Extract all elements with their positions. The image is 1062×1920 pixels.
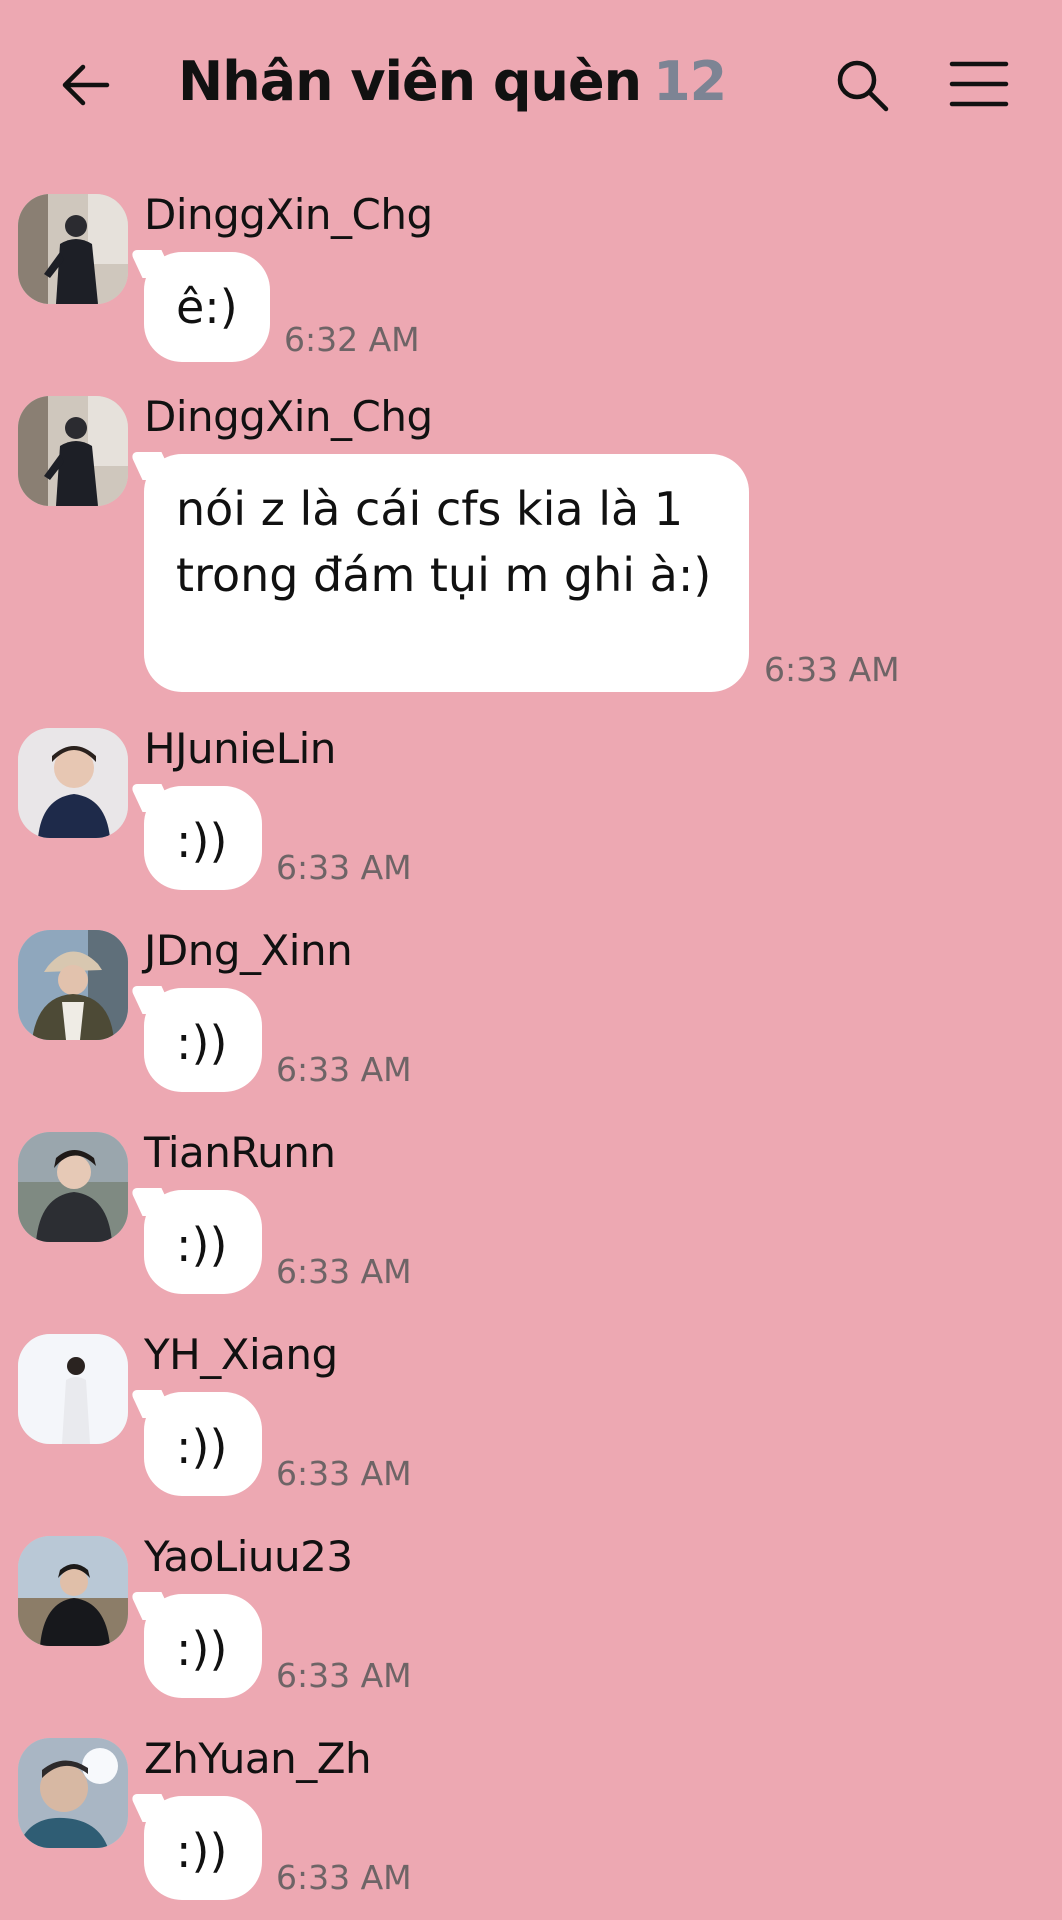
avatar[interactable]	[18, 396, 128, 506]
sender-name: DinggXin_Chg	[144, 190, 433, 239]
sender-name: YH_Xiang	[144, 1330, 338, 1379]
avatar[interactable]	[18, 1536, 128, 1646]
message-time: 6:33 AM	[276, 1858, 412, 1897]
avatar[interactable]	[18, 194, 128, 304]
avatar[interactable]	[18, 1132, 128, 1242]
sender-name: JDng_Xinn	[144, 926, 353, 975]
message-bubble[interactable]: :))	[144, 1594, 262, 1698]
chat-header: Nhân viên quèn 12	[0, 0, 1062, 170]
group-name: Nhân viên quèn	[178, 50, 642, 113]
avatar[interactable]	[18, 728, 128, 838]
avatar[interactable]	[18, 1738, 128, 1848]
message-time: 6:33 AM	[764, 650, 900, 689]
back-arrow-icon[interactable]	[55, 55, 115, 115]
message-time: 6:33 AM	[276, 1656, 412, 1695]
message-bubble[interactable]: :))	[144, 1392, 262, 1496]
message-bubble[interactable]: :))	[144, 1190, 262, 1294]
message-bubble[interactable]: ê:)	[144, 252, 270, 362]
avatar[interactable]	[18, 1334, 128, 1444]
group-title[interactable]: Nhân viên quèn 12	[178, 50, 727, 113]
sender-name: HJunieLin	[144, 724, 336, 773]
menu-icon[interactable]	[948, 58, 1010, 110]
sender-name: DinggXin_Chg	[144, 392, 433, 441]
message-bubble[interactable]: :))	[144, 786, 262, 890]
message-bubble[interactable]: :))	[144, 1796, 262, 1900]
message-time: 6:33 AM	[276, 1050, 412, 1089]
sender-name: ZhYuan_Zh	[144, 1734, 372, 1783]
message-time: 6:33 AM	[276, 1454, 412, 1493]
member-count: 12	[653, 50, 727, 113]
message-bubble[interactable]: :))	[144, 988, 262, 1092]
search-icon[interactable]	[832, 55, 892, 115]
sender-name: YaoLiuu23	[144, 1532, 353, 1581]
avatar[interactable]	[18, 930, 128, 1040]
message-time: 6:32 AM	[284, 320, 420, 359]
message-time: 6:33 AM	[276, 848, 412, 887]
message-time: 6:33 AM	[276, 1252, 412, 1291]
message-bubble[interactable]: nói z là cái cfs kia là 1 trong đám tụi …	[144, 454, 749, 692]
sender-name: TianRunn	[144, 1128, 336, 1177]
